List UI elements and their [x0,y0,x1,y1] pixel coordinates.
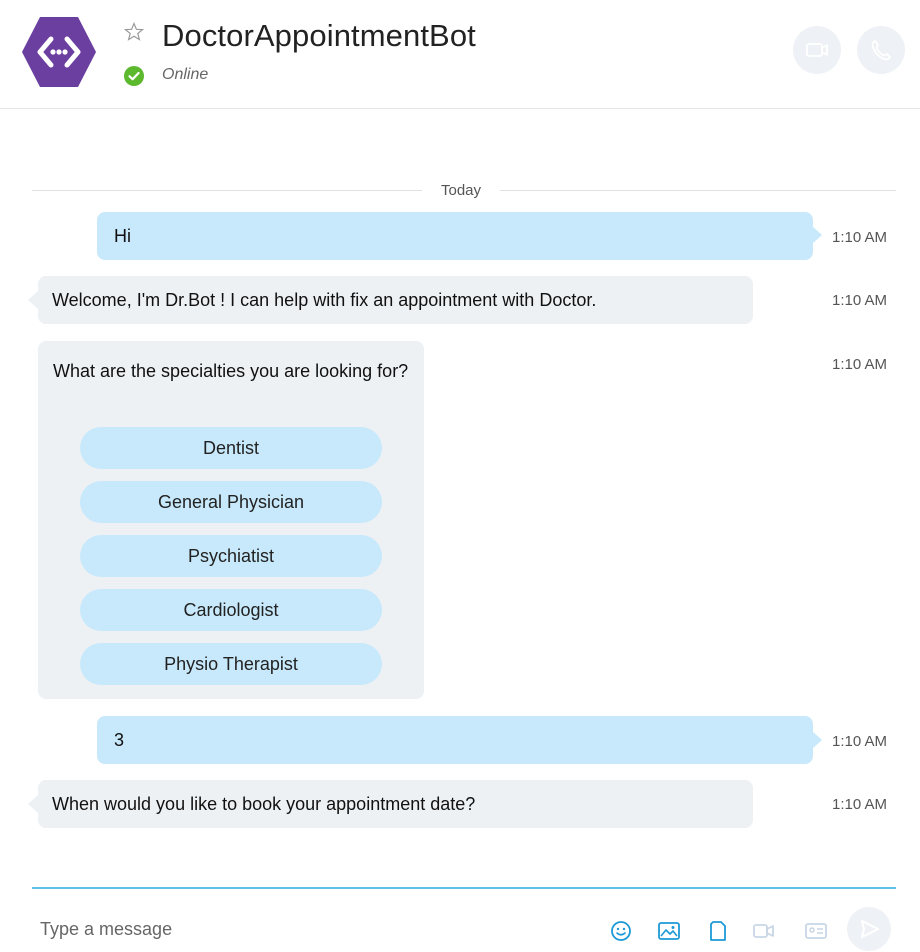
message-time: 1:10 AM [832,356,888,373]
choice-general-physician-button[interactable]: General Physician [80,481,382,523]
message-text: Hi [114,226,131,246]
file-icon[interactable] [708,920,728,942]
outgoing-message[interactable]: 3 [97,716,813,764]
bubble-tail [28,291,38,309]
message-time: 1:10 AM [832,229,888,246]
outgoing-message[interactable]: Hi [97,212,813,260]
bubble-tail [812,731,822,749]
message-time: 1:10 AM [832,292,888,309]
video-call-button[interactable] [793,26,841,74]
choice-psychiatist-button[interactable]: Psychiatist [80,535,382,577]
contact-card-icon[interactable] [804,920,828,942]
image-icon[interactable] [657,920,681,942]
bot-name: DoctorAppointmentBot [162,18,476,53]
video-message-icon[interactable] [752,920,776,942]
star-icon[interactable] [124,22,144,42]
separator-line [32,190,422,191]
bubble-tail [812,226,822,244]
separator-line [500,190,896,191]
incoming-message[interactable]: When would you like to book your appoint… [38,780,753,828]
video-call-icon [806,43,828,57]
choice-dentist-button[interactable]: Dentist [80,427,382,469]
message-text: Welcome, I'm Dr.Bot ! I can help with fi… [52,290,597,310]
online-check-icon [124,66,144,86]
message-text: 3 [114,730,125,750]
presence-status: Online [162,66,209,83]
card-prompt: What are the specialties you are looking… [53,361,409,381]
audio-call-button[interactable] [857,26,905,74]
choice-physio-therapist-button[interactable]: Physio Therapist [80,643,382,685]
date-separator: Today [32,180,896,200]
emoji-icon[interactable] [610,920,632,942]
composer-focus-line [32,887,896,889]
message-time: 1:10 AM [832,733,888,750]
message-input[interactable]: Type a message [40,919,172,940]
incoming-message[interactable]: Welcome, I'm Dr.Bot ! I can help with fi… [38,276,753,324]
suggested-actions-card: What are the specialties you are looking… [38,341,424,699]
message-time: 1:10 AM [832,796,888,813]
send-icon[interactable] [846,906,892,952]
phone-call-icon [871,40,891,61]
bubble-tail [28,795,38,813]
choice-cardiologist-button[interactable]: Cardiologist [80,589,382,631]
message-text: When would you like to book your appoint… [52,794,476,814]
date-label: Today [440,182,482,199]
bot-avatar-icon[interactable] [20,13,98,91]
chat-header: DoctorAppointmentBot Online [0,0,920,109]
